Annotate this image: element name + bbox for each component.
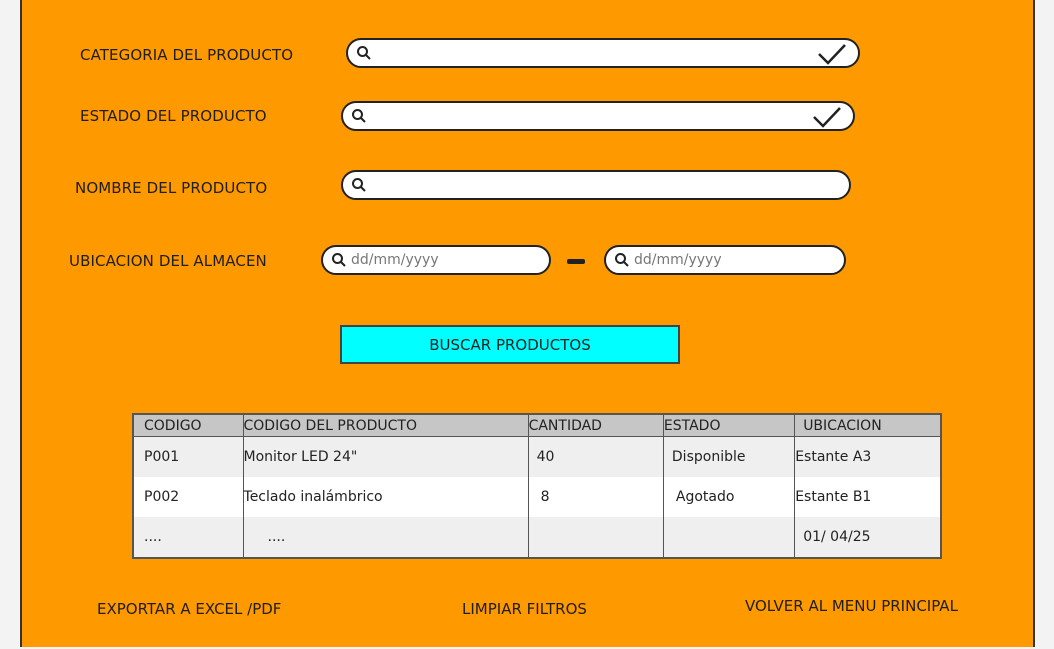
cell-status [662,517,795,558]
table-row[interactable]: P002 Teclado inalámbrico 8 Agotado Estan… [132,477,941,517]
cell-quantity [527,517,664,558]
column-header-code: CODIGO [132,414,244,437]
check-icon [818,44,846,65]
column-header-quantity: CANTIDAD [527,414,664,437]
location-label: UBICACION DEL ALMACEN [69,252,267,270]
column-header-location: UBICACION [794,414,941,437]
search-products-button[interactable]: BUSCAR PRODUCTOS [340,325,680,364]
cell-product-name: Monitor LED 24" [242,436,529,477]
category-input[interactable] [376,42,816,64]
name-input[interactable] [371,174,841,196]
cell-product-name: Teclado inalámbrico [242,477,529,517]
cell-code: P001 [132,436,244,477]
cell-quantity: 8 [527,477,664,517]
status-label: ESTADO DEL PRODUCTO [80,107,267,125]
table-row[interactable]: .... .... 01/ 04/25 [132,517,941,558]
cell-status: Disponible [662,436,795,477]
check-icon [813,107,841,128]
cell-location: 01/ 04/25 [794,517,941,558]
search-icon [332,253,346,267]
location-to-field[interactable] [604,245,846,275]
cell-quantity: 40 [527,436,664,477]
location-from-field[interactable] [321,245,551,275]
category-label: CATEGORIA DEL PRODUCTO [80,46,294,64]
location-to-input[interactable] [634,249,834,271]
cell-status: Agotado [662,477,795,517]
range-separator [567,259,585,264]
column-header-product-code: CODIGO DEL PRODUCTO [242,414,529,437]
cell-location: Estante A3 [794,436,941,477]
search-icon [352,109,366,123]
results-table: CODIGO CODIGO DEL PRODUCTO CANTIDAD ESTA… [132,413,942,559]
location-from-input[interactable] [351,249,541,271]
name-field[interactable] [341,170,851,200]
cell-location: Estante B1 [794,477,941,517]
back-to-main-menu-link[interactable]: VOLVER AL MENU PRINCIPAL [745,597,958,615]
search-icon [615,253,629,267]
search-icon [357,46,371,60]
name-label: NOMBRE DEL PRODUCTO [75,179,268,197]
cell-code: P002 [132,477,244,517]
cell-code: .... [132,517,244,558]
table-row[interactable]: P001 Monitor LED 24" 40 Disponible Estan… [132,436,941,477]
export-excel-pdf-link[interactable]: EXPORTAR A EXCEL /PDF [97,600,281,618]
search-icon [352,178,366,192]
table-header-row: CODIGO CODIGO DEL PRODUCTO CANTIDAD ESTA… [132,414,941,437]
status-input[interactable] [371,105,811,127]
category-select[interactable] [346,38,860,68]
clear-filters-link[interactable]: LIMPIAR FILTROS [462,600,587,618]
cell-product-name: .... [242,517,529,558]
column-header-status: ESTADO [662,414,795,437]
status-select[interactable] [341,101,855,131]
